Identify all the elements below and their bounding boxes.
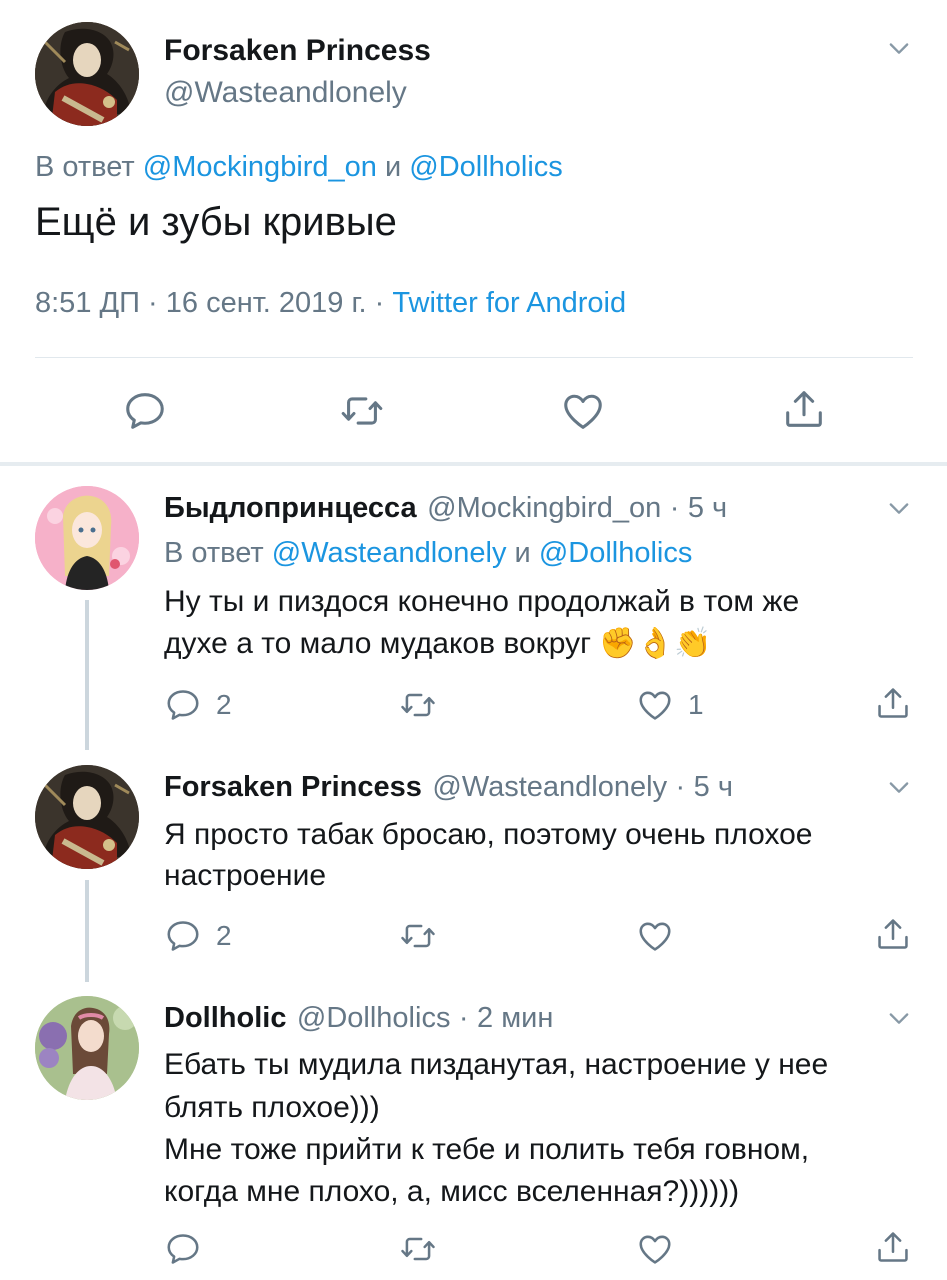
tweet-text-line: настроение: [164, 859, 327, 892]
emoji: ✊👌👏: [599, 627, 712, 660]
like-button[interactable]: 1: [636, 686, 704, 724]
like-button[interactable]: [636, 1230, 674, 1268]
mention-link[interactable]: @Mockingbird_on: [143, 151, 377, 183]
like-count: 1: [688, 689, 704, 720]
tweet-text-line: Я просто табак бросаю, поэтому очень пло…: [164, 818, 813, 851]
reply-prefix: В ответ: [164, 537, 264, 569]
like-button[interactable]: [560, 388, 606, 434]
meta-separator: ·: [148, 287, 158, 319]
meta-separator: ·: [458, 1002, 469, 1034]
reply-button[interactable]: 2: [164, 917, 232, 955]
meta-separator: ·: [374, 287, 385, 319]
thread-line: [85, 600, 89, 750]
retweet-icon: [398, 917, 438, 955]
tweet-header: Быдлопринцесса @Mockingbird_on · 5 ч: [164, 492, 727, 525]
reply-icon: [164, 686, 202, 724]
author-handle[interactable]: @Mockingbird_on: [427, 492, 661, 524]
avatar[interactable]: [35, 486, 139, 590]
tweet-meta: 8:51 ДП · 16 сент. 2019 г. · Twitter for…: [35, 287, 626, 320]
tweet-header: Forsaken Princess @Wasteandlonely · 5 ч: [164, 771, 733, 804]
avatar[interactable]: [35, 765, 139, 869]
avatar[interactable]: [35, 996, 139, 1100]
divider: [35, 357, 913, 358]
tweet-date: 16 сент. 2019 г.: [165, 287, 367, 319]
retweet-button[interactable]: [398, 917, 438, 955]
share-icon: [874, 1228, 912, 1266]
share-icon: [781, 386, 827, 432]
mention-link[interactable]: @Wasteandlonely: [272, 537, 507, 569]
reply-prefix: В ответ: [35, 151, 135, 183]
share-icon: [874, 915, 912, 953]
share-button[interactable]: [781, 386, 827, 432]
share-icon: [874, 684, 912, 722]
reply-count: 2: [216, 920, 232, 951]
share-button[interactable]: [874, 684, 912, 722]
tweet-text-line: духе а то мало мудаков вокруг ✊👌👏: [164, 622, 711, 666]
reply-button[interactable]: [164, 1230, 202, 1268]
chevron-down-icon[interactable]: [885, 494, 913, 522]
tweet-text-line: Ебать ты мудила пизданутая, настроение у…: [164, 1048, 829, 1081]
tweet-time: 8:51 ДП: [35, 287, 140, 319]
tweet-header: Dollholic @Dollholics · 2 мин: [164, 1002, 553, 1035]
share-button[interactable]: [874, 1228, 912, 1266]
tweet-text-line: когда мне плохо, а, мисс вселенная?)))))…: [164, 1175, 740, 1208]
reply-icon: [164, 917, 202, 955]
tweet-text-line: блять плохое))): [164, 1091, 380, 1124]
like-icon: [636, 1230, 674, 1268]
reply-icon: [122, 388, 168, 434]
tweet-text-line: Мне тоже прийти к тебе и полить тебя гов…: [164, 1133, 810, 1166]
meta-separator: ·: [669, 492, 680, 524]
retweet-icon: [398, 686, 438, 724]
author-name[interactable]: Быдлопринцесса: [164, 492, 417, 524]
retweet-button[interactable]: [398, 686, 438, 724]
retweet-button[interactable]: [398, 1230, 438, 1268]
reply-and: и: [385, 151, 402, 183]
retweet-icon: [398, 1230, 438, 1268]
section-separator: [0, 462, 947, 466]
tweet-text-line: Ну ты и пиздося конечно продолжай в том …: [164, 585, 800, 618]
meta-separator: ·: [675, 771, 686, 803]
mention-link[interactable]: @Dollholics: [539, 537, 693, 569]
tweet-time[interactable]: 5 ч: [688, 492, 727, 524]
like-icon: [636, 917, 674, 955]
tweet-text: Ещё и зубы кривые: [35, 200, 397, 244]
tweet-source[interactable]: Twitter for Android: [392, 287, 626, 319]
reply-context: В ответ @Mockingbird_on и @Dollholics: [35, 151, 563, 184]
like-button[interactable]: [636, 917, 674, 955]
reply-context: В ответ @Wasteandlonely и @Dollholics: [164, 537, 692, 570]
mention-link[interactable]: @Dollholics: [409, 151, 563, 183]
reply-button[interactable]: [122, 388, 168, 434]
author-name[interactable]: Forsaken Princess: [164, 34, 431, 68]
avatar[interactable]: [35, 22, 139, 126]
author-name[interactable]: Forsaken Princess: [164, 771, 422, 803]
thread-line: [85, 880, 89, 982]
author-handle[interactable]: @Wasteandlonely: [164, 76, 407, 110]
tweet-text-segment: духе а то мало мудаков вокруг: [164, 627, 592, 660]
retweet-button[interactable]: [338, 388, 386, 434]
like-icon: [636, 686, 674, 724]
tweet-time[interactable]: 5 ч: [694, 771, 733, 803]
share-button[interactable]: [874, 915, 912, 953]
like-icon: [560, 388, 606, 434]
author-handle[interactable]: @Wasteandlonely: [432, 771, 667, 803]
author-name[interactable]: Dollholic: [164, 1002, 286, 1034]
reply-count: 2: [216, 689, 232, 720]
reply-and: и: [514, 537, 531, 569]
author-handle[interactable]: @Dollholics: [297, 1002, 451, 1034]
reply-icon: [164, 1230, 202, 1268]
chevron-down-icon[interactable]: [885, 773, 913, 801]
tweet-time[interactable]: 2 мин: [477, 1002, 553, 1034]
chevron-down-icon[interactable]: [885, 34, 913, 62]
retweet-icon: [338, 388, 386, 434]
reply-button[interactable]: 2: [164, 686, 232, 724]
chevron-down-icon[interactable]: [885, 1004, 913, 1032]
